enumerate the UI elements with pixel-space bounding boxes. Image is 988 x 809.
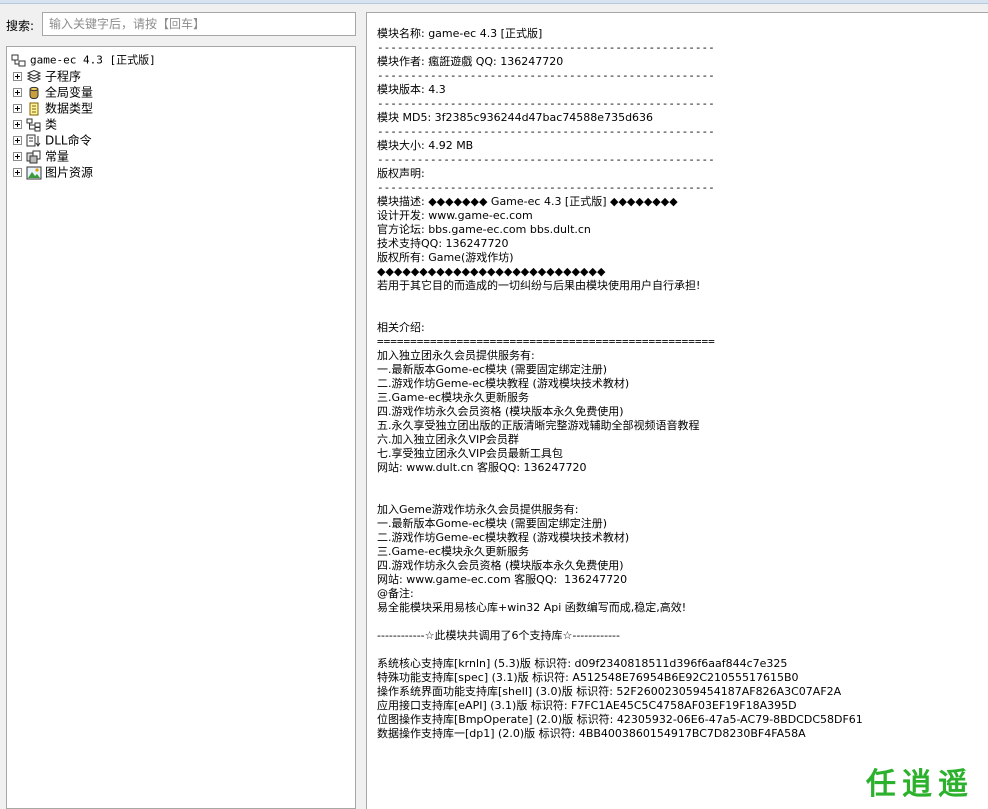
search-input[interactable]	[42, 12, 356, 36]
description-line: 模块描述: ◆◆◆◆◆◆◆ Game-ec 4.3 [正式版] ◆◆◆◆◆◆◆◆	[377, 195, 678, 208]
libraries-header: ------------☆此模块共调用了6个支持库☆------------	[377, 629, 620, 642]
description-line: ◆◆◆◆◆◆◆◆◆◆◆◆◆◆◆◆◆◆◆◆◆◆◆◆◆◆◆	[377, 265, 606, 278]
service-line: 一.最新版本Gome-ec模块 (需要固定绑定注册)	[377, 517, 608, 530]
tree-root[interactable]: game-ec 4.3 [正式版]	[7, 52, 355, 68]
data-type-icon	[26, 102, 42, 116]
module-size: 模块大小: 4.92 MB	[377, 139, 474, 152]
search-bar: 搜索:	[0, 12, 362, 38]
module-info-panel[interactable]: 模块名称: game-ec 4.3 [正式版] ----------------…	[366, 12, 988, 809]
library-line: 操作系统界面功能支持库[shell] (3.0)版 标识符: 52F260023…	[377, 685, 842, 698]
expand-icon[interactable]	[13, 152, 22, 161]
separator: ----------------------------------------…	[377, 153, 715, 166]
database-icon	[26, 86, 42, 100]
tree-item-label: 类	[45, 117, 58, 132]
module-version: 模块版本: 4.3	[377, 83, 446, 96]
service-line: @备注:	[377, 587, 414, 600]
intro-title: 相关介绍:	[377, 321, 425, 334]
expand-icon[interactable]	[13, 120, 22, 129]
separator: ----------------------------------------…	[377, 41, 715, 54]
library-line: 数据操作支持库一[dp1] (2.0)版 标识符: 4BB40038601549…	[377, 727, 806, 740]
search-label: 搜索:	[6, 19, 35, 33]
service-line: 网站: www.dult.cn 客服QQ: 136247720	[377, 461, 587, 474]
expand-icon[interactable]	[13, 136, 22, 145]
intro-rule: ========================================…	[377, 335, 715, 348]
tree-item-dll-commands[interactable]: DLL命令	[7, 132, 355, 148]
module-copyright: 版权声明:	[377, 167, 425, 180]
expand-icon[interactable]	[13, 72, 22, 81]
service-line: 二.游戏作坊Geme-ec模块教程 (游戏模块技术教材)	[377, 377, 630, 390]
service-line: 网站: www.game-ec.com 客服QQ: 136247720	[377, 573, 628, 586]
library-line: 应用接口支持库[eAPI] (3.1)版 标识符: F7FC1AE45C5C47…	[377, 699, 797, 712]
tree-item-constants[interactable]: 常量	[7, 148, 355, 164]
library-line: 特殊功能支持库[spec] (3.1)版 标识符: A512548E76954B…	[377, 671, 799, 684]
separator: ----------------------------------------…	[377, 97, 715, 110]
separator: ----------------------------------------…	[377, 181, 715, 194]
service-line: 三.Game-ec模块永久更新服务	[377, 545, 530, 558]
tree-item-label: 子程序	[45, 69, 82, 84]
library-line: 位图操作支持库[BmpOperate] (2.0)版 标识符: 42305932…	[377, 713, 863, 726]
left-panel: 搜索: game-ec 4.3 [正式版] 子程序 全局变量 数据类型	[0, 4, 362, 809]
service-line: 易全能模块采用易核心库+win32 Api 函数编写而成,稳定,高效!	[377, 601, 687, 614]
tree-item-global-vars[interactable]: 全局变量	[7, 84, 355, 100]
service-line: 二.游戏作坊Geme-ec模块教程 (游戏模块技术教材)	[377, 531, 630, 544]
expand-icon[interactable]	[13, 168, 22, 177]
module-tree[interactable]: game-ec 4.3 [正式版] 子程序 全局变量 数据类型 类 DLL命令 …	[6, 46, 356, 809]
separator: ----------------------------------------…	[377, 69, 715, 82]
service-line: 六.加入独立团永久VIP会员群	[377, 433, 519, 446]
expand-icon[interactable]	[13, 88, 22, 97]
description-line: 官方论坛: bbs.game-ec.com bbs.dult.cn	[377, 223, 591, 236]
constant-icon	[26, 150, 42, 164]
subroutine-icon	[26, 69, 42, 84]
description-line: 设计开发: www.game-ec.com	[377, 209, 533, 222]
service-line: 三.Game-ec模块永久更新服务	[377, 391, 530, 404]
dll-icon	[26, 134, 42, 148]
description-line: 技术支持QQ: 136247720	[377, 237, 509, 250]
tree-root-label: game-ec 4.3 [正式版]	[30, 53, 156, 67]
tree-item-classes[interactable]: 类	[7, 116, 355, 132]
module-icon	[11, 54, 27, 68]
expand-icon[interactable]	[13, 104, 22, 113]
tree-item-label: DLL命令	[45, 133, 92, 148]
tree-item-data-types[interactable]: 数据类型	[7, 100, 355, 116]
library-line: 系统核心支持库[krnln] (5.3)版 标识符: d09f234081851…	[377, 657, 788, 670]
module-name: 模块名称: game-ec 4.3 [正式版]	[377, 27, 543, 40]
service-line: 七.享受独立团永久VIP会员最新工具包	[377, 447, 563, 460]
description-line: 若用于其它目的而造成的一切纠纷与后果由模块使用用户自行承担!	[377, 279, 701, 292]
service-line: 一.最新版本Gome-ec模块 (需要固定绑定注册)	[377, 363, 608, 376]
module-author: 模块作者: 瘋誑遊戲 QQ: 136247720	[377, 55, 564, 68]
module-md5: 模块 MD5: 3f2385c936244d47bac74588e735d636	[377, 111, 654, 124]
class-icon	[26, 118, 42, 132]
separator: ----------------------------------------…	[377, 125, 715, 138]
tree-item-label: 常量	[45, 149, 70, 164]
tree-item-subroutines[interactable]: 子程序	[7, 68, 355, 84]
tree-item-label: 数据类型	[45, 101, 94, 116]
service-line: 加入Geme游戏作坊永久会员提供服务有:	[377, 503, 579, 516]
service-line: 五.永久享受独立团出版的正版清晰完整游戏辅助全部视频语音教程	[377, 419, 700, 432]
tree-item-image-resources[interactable]: 图片资源	[7, 164, 355, 180]
tree-item-label: 全局变量	[45, 85, 94, 100]
description-line: 版权所有: Game(游戏作坊)	[377, 251, 514, 264]
tree-item-label: 图片资源	[45, 165, 94, 180]
service-line: 四.游戏作坊永久会员资格 (模块版本永久免费使用)	[377, 559, 624, 572]
image-resource-icon	[26, 166, 42, 180]
module-info-text: 模块名称: game-ec 4.3 [正式版] ----------------…	[377, 27, 983, 741]
service-line: 四.游戏作坊永久会员资格 (模块版本永久免费使用)	[377, 405, 624, 418]
watermark: 任逍遥	[866, 767, 974, 802]
service-line: 加入独立团永久会员提供服务有:	[377, 349, 535, 362]
